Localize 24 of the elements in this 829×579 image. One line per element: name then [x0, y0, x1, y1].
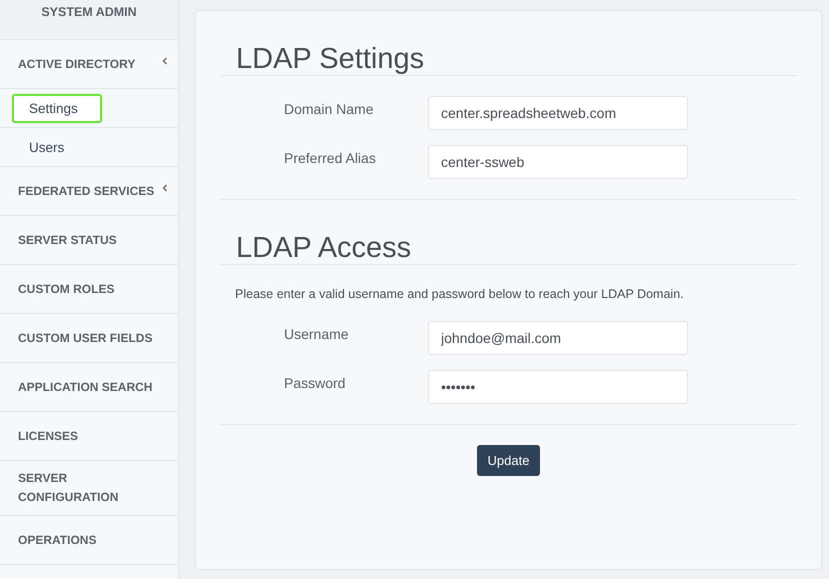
- sidebar-item[interactable]: CUSTOM USER FIELDS: [0, 314, 178, 363]
- submenu-item[interactable]: Settings: [12, 94, 102, 122]
- sidebar-item[interactable]: APPLICATION SEARCH: [0, 363, 178, 412]
- sidebar-item[interactable]: SERVER STATUS: [0, 216, 178, 265]
- input-field[interactable]: johndoe@mail.com: [428, 321, 688, 355]
- sidebar-item[interactable]: CUSTOM ROLES: [0, 265, 178, 314]
- input-field[interactable]: center-ssweb: [428, 145, 688, 179]
- sidebar-item[interactable]: FEDERATED SERVICES: [0, 167, 178, 216]
- sidebar-item[interactable]: OPERATIONS: [0, 516, 178, 565]
- input-field[interactable]: center.spreadsheetweb.com: [428, 96, 688, 130]
- field-label: Password: [284, 374, 346, 391]
- input-field[interactable]: •••••••: [428, 370, 688, 404]
- submenu-item[interactable]: Users: [12, 132, 88, 162]
- section-title: LDAP Settings: [235, 42, 426, 75]
- sidebar-item[interactable]: ACTIVE DIRECTORY: [0, 40, 178, 89]
- field-label: Domain Name: [284, 100, 374, 117]
- field-label: Username: [284, 325, 350, 342]
- sidebar-item[interactable]: SERVER CONFIGURATION: [0, 461, 178, 516]
- sidebar-header: SYSTEM ADMIN: [0, 0, 178, 40]
- sidebar-item[interactable]: LICENSES: [0, 412, 178, 461]
- section-description: Please enter a valid username and password below to reach your LDAP Domain.: [235, 287, 685, 301]
- section-title: LDAP Access: [235, 231, 412, 264]
- update-button[interactable]: Update: [476, 445, 540, 476]
- field-label: Preferred Alias: [284, 149, 377, 166]
